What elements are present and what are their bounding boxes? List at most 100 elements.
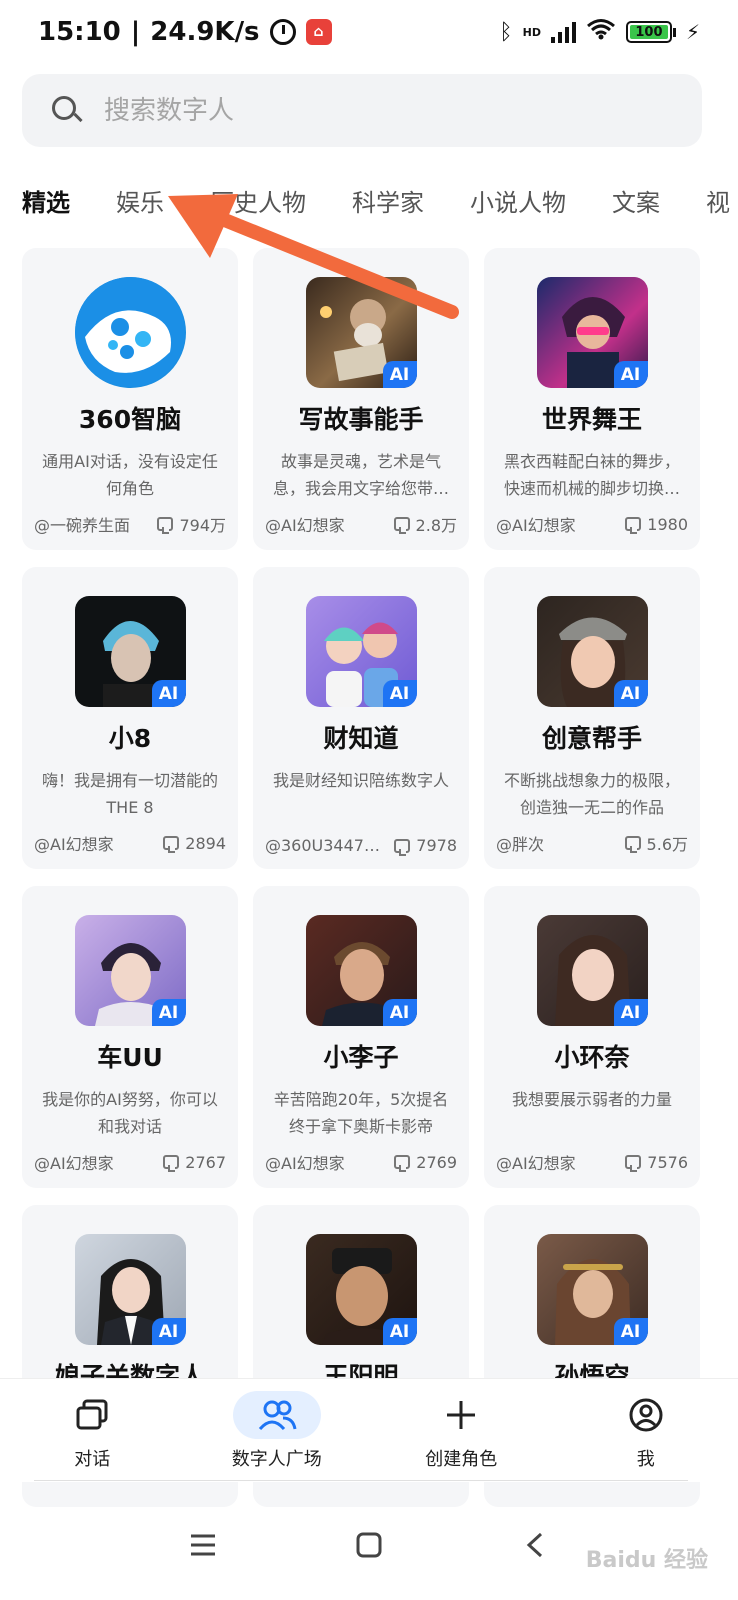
tab-entertainment[interactable]: 娱乐 [116, 183, 164, 218]
avatar-wrap: AI [305, 596, 417, 707]
search-bar[interactable] [22, 74, 702, 147]
alarm-icon [269, 19, 296, 45]
card-footer: @AI幻想家 7576 [496, 1150, 688, 1174]
ai-badge: AI [382, 680, 417, 707]
digital-human-grid: 360智脑 通用AI对话，没有设定任何角色 @一碗养生面 794万 AI 写故事… [22, 248, 702, 1507]
wifi-icon [586, 18, 616, 46]
tab-video[interactable]: 视 [706, 183, 730, 218]
chat-bubble-icon [625, 517, 642, 534]
author: @AI幻想家 [34, 835, 114, 854]
character-card[interactable]: AI 小环奈 我想要展示弱者的力量 @AI幻想家 7576 [484, 886, 700, 1188]
chat-count: 7978 [394, 836, 457, 856]
nav-me[interactable]: 我 [554, 1379, 738, 1482]
signal-icon [550, 21, 576, 43]
search-input[interactable] [104, 95, 604, 126]
battery-level: 100 [629, 25, 668, 40]
status-left: 15:10 | 24.9K/s ⌂ [38, 17, 332, 47]
character-name: 写故事能手 [298, 405, 424, 434]
search-icon [52, 95, 83, 126]
avatar-wrap: AI [536, 277, 648, 388]
chat-bubble-icon [394, 838, 411, 856]
tab-novel-characters[interactable]: 小说人物 [470, 183, 566, 218]
ai-badge: AI [613, 999, 648, 1026]
character-name: 小环奈 [554, 1043, 630, 1072]
card-footer: @AI幻想家 2767 [34, 1150, 226, 1174]
avatar [74, 277, 186, 388]
chat-bubble-icon [394, 1155, 411, 1172]
character-name: 小8 [108, 724, 152, 753]
character-card[interactable]: AI 车UU 我是你的AI努努，你可以和我对话 @AI幻想家 2767 [22, 886, 238, 1188]
tab-copywriting[interactable]: 文案 [612, 183, 660, 218]
hd-label: HD [522, 25, 541, 39]
character-card[interactable]: AI 财知道 我是财经知识陪练数字人 @360U3447… 7978 [253, 567, 469, 869]
chat-count: 794万 [157, 512, 226, 536]
watermark: Baidu 经验 [585, 1548, 708, 1573]
nav-create-label: 创建角色 [425, 1448, 498, 1470]
ai-badge: AI [613, 1318, 648, 1345]
ai-badge: AI [613, 361, 648, 388]
character-card[interactable]: AI 创意帮手 不断挑战想象力的极限，创造独一无二的作品 @胖次 5.6万 [484, 567, 700, 869]
app-notification-icon: ⌂ [305, 19, 332, 45]
back-icon[interactable] [515, 1525, 555, 1565]
character-card[interactable]: 360智脑 通用AI对话，没有设定任何角色 @一碗养生面 794万 [22, 248, 238, 550]
nav-divider [34, 1480, 688, 1481]
card-footer: @一碗养生面 794万 [34, 512, 226, 536]
character-desc: 故事是灵魂，艺术是气息，我会用文字给您带… [272, 452, 449, 498]
menu-icon[interactable] [183, 1525, 223, 1565]
character-desc: 通用AI对话，没有设定任何角色 [42, 452, 218, 498]
chat-count-value: 1980 [647, 514, 688, 534]
ai-badge: AI [382, 999, 417, 1026]
tab-scientists[interactable]: 科学家 [352, 183, 424, 218]
avatar-wrap [74, 277, 186, 388]
plus-icon [417, 1391, 505, 1439]
tab-historical-figures[interactable]: 历史人物 [210, 183, 306, 218]
chat-count-value: 2894 [185, 833, 226, 853]
character-name: 车UU [97, 1043, 163, 1072]
card-footer: @AI幻想家 2.8万 [265, 512, 457, 536]
avatar-wrap: AI [74, 596, 186, 707]
character-name: 财知道 [323, 724, 399, 753]
nav-digital-human-plaza[interactable]: 数字人广场 [185, 1379, 370, 1482]
ai-badge: AI [151, 999, 186, 1026]
chat-count: 5.6万 [624, 831, 688, 855]
tab-featured[interactable]: 精选 [22, 183, 70, 218]
home-icon[interactable] [349, 1525, 389, 1565]
network-speed: 24.9K/s [150, 17, 260, 47]
status-separator: | [130, 17, 141, 47]
avatar-wrap: AI [305, 277, 417, 388]
character-name: 世界舞王 [541, 405, 642, 434]
people-icon [232, 1390, 321, 1439]
nav-plaza-label: 数字人广场 [231, 1448, 322, 1470]
avatar-wrap: AI [536, 1234, 648, 1345]
character-desc: 不断挑战想象力的极限，创造独一无二的作品 [503, 771, 680, 817]
ai-badge: AI [382, 361, 417, 388]
chat-count-value: 7576 [647, 1152, 688, 1172]
avatar-wrap: AI [74, 1234, 186, 1345]
character-card[interactable]: AI 小李子 辛苦陪跑20年，5次提名终于拿下奥斯卡影帝 @AI幻想家 2769 [253, 886, 469, 1188]
card-footer: @AI幻想家 2894 [34, 831, 226, 855]
ai-badge: AI [151, 680, 186, 707]
card-footer: @胖次 5.6万 [496, 831, 688, 855]
character-desc: 我想要展示弱者的力量 [511, 1090, 672, 1109]
character-name: 360智脑 [78, 405, 182, 434]
character-card[interactable]: AI 小8 嗨！我是拥有一切潜能的THE 8 @AI幻想家 2894 [22, 567, 238, 869]
nav-create-character[interactable]: 创建角色 [369, 1379, 554, 1482]
avatar-wrap: AI [305, 915, 417, 1026]
author: @一碗养生面 [34, 516, 131, 535]
author: @AI幻想家 [265, 516, 345, 535]
chat-count-value: 2.8万 [415, 516, 457, 535]
character-card[interactable]: AI 世界舞王 黑衣西鞋配白袜的舞步，快速而机械的脚步切换… @AI幻想家 19… [484, 248, 700, 550]
character-desc: 嗨！我是拥有一切潜能的THE 8 [41, 771, 218, 817]
nav-chat[interactable]: 对话 [0, 1379, 185, 1482]
card-footer: @AI幻想家 1980 [496, 512, 688, 536]
author: @胖次 [496, 835, 545, 854]
chat-stack-icon [48, 1391, 136, 1439]
chat-bubble-icon [157, 517, 174, 534]
chat-count: 2.8万 [393, 512, 457, 536]
character-name: 小李子 [323, 1043, 399, 1072]
author: @AI幻想家 [265, 1154, 345, 1173]
status-right: ᛒ HD 100 ⚡ [499, 18, 700, 46]
character-desc: 我是财经知识陪练数字人 [272, 771, 449, 790]
chat-bubble-icon [163, 836, 180, 853]
character-card[interactable]: AI 写故事能手 故事是灵魂，艺术是气息，我会用文字给您带… @AI幻想家 2.… [253, 248, 469, 550]
